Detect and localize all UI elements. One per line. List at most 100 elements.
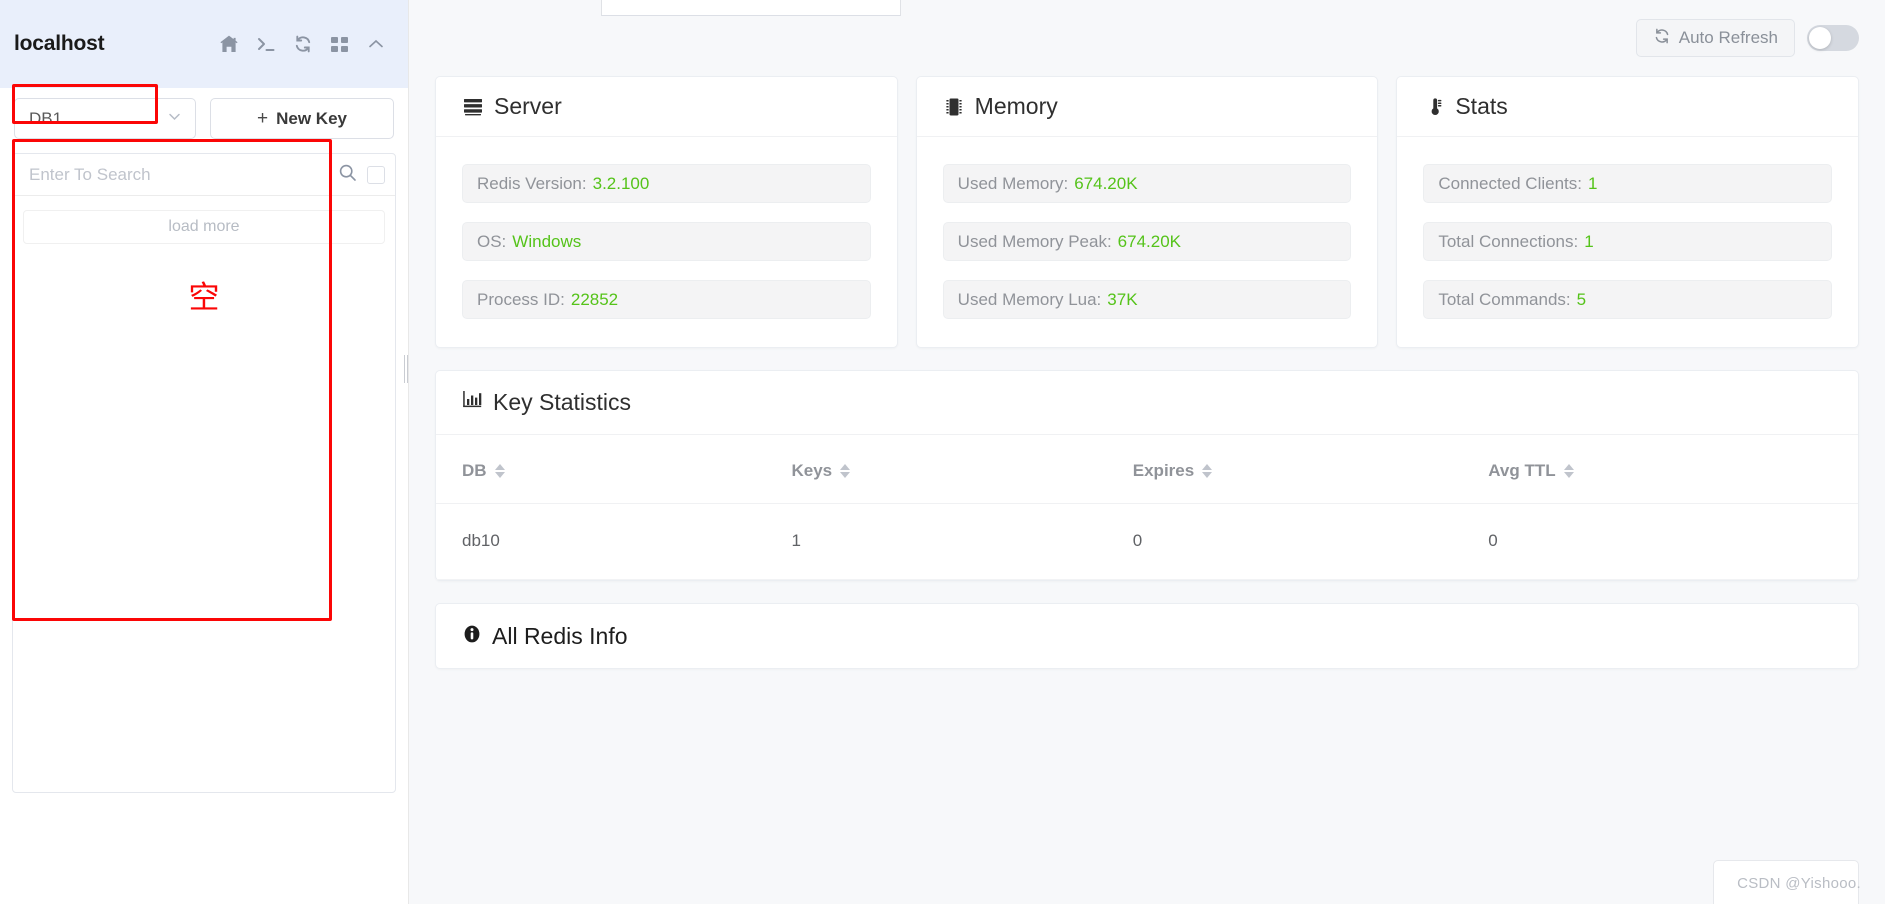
- key-statistics-panel: Key Statistics DB Keys Expires Avg TTL d…: [435, 370, 1859, 581]
- stat-row: Connected Clients: 1: [1423, 164, 1833, 203]
- db-select-wrapper: DB1: [14, 98, 196, 139]
- column-label: Avg TTL: [1488, 461, 1556, 480]
- memory-card-header: Memory: [916, 77, 1378, 137]
- home-icon[interactable]: [219, 34, 239, 54]
- stat-row: Used Memory Lua: 37K: [942, 280, 1352, 319]
- stat-value: 5: [1576, 289, 1587, 309]
- all-redis-info-panel: All Redis Info: [435, 603, 1859, 669]
- auto-refresh-icon: [1653, 27, 1671, 50]
- auto-refresh-button[interactable]: Auto Refresh: [1635, 19, 1795, 57]
- connection-toolbar: [219, 34, 386, 54]
- db-toolbar: DB1 + New Key: [0, 88, 408, 147]
- terminal-icon[interactable]: [256, 34, 276, 54]
- stat-row: Process ID: 22852: [462, 280, 871, 319]
- server-icon: [462, 96, 484, 118]
- connection-name: localhost: [14, 32, 105, 55]
- search-input[interactable]: [29, 164, 328, 185]
- search-icon[interactable]: [338, 163, 357, 187]
- stat-label: Process ID:: [477, 289, 565, 309]
- keys-panel: load more 空: [12, 153, 396, 793]
- new-key-button[interactable]: + New Key: [210, 98, 394, 139]
- db-select[interactable]: DB1: [14, 98, 196, 139]
- column-label: Keys: [791, 461, 833, 480]
- select-all-checkbox[interactable]: [367, 165, 385, 184]
- stat-label: Used Memory Lua:: [957, 289, 1102, 309]
- key-statistics-header: Key Statistics: [436, 371, 1858, 435]
- memory-card-body: Used Memory: 674.20K Used Memory Peak: 6…: [917, 137, 1378, 347]
- stat-value: 674.20K: [1117, 231, 1182, 251]
- column-label: DB: [462, 461, 487, 480]
- info-circle-icon: [462, 623, 482, 650]
- stat-label: Total Commands:: [1438, 289, 1571, 309]
- grid-icon[interactable]: [330, 35, 349, 54]
- memory-card: Memory Used Memory: 674.20K Used Memory …: [915, 76, 1379, 348]
- stats-card: Stats Connected Clients: 1 Total Connect…: [1396, 76, 1860, 348]
- server-card-header: Server: [436, 77, 897, 137]
- stat-label: OS:: [477, 231, 507, 251]
- column-header-db[interactable]: DB: [436, 435, 792, 504]
- content-tab[interactable]: [601, 0, 901, 16]
- stat-row: Total Connections: 1: [1423, 222, 1833, 261]
- main-content: Auto Refresh Server Redis Version: 3.2.1…: [409, 0, 1885, 904]
- empty-state-annotation: 空: [188, 280, 220, 316]
- toggle-knob: [1809, 27, 1831, 49]
- cell-expires: 0: [1132, 503, 1489, 580]
- stats-card-body: Connected Clients: 1 Total Connections: …: [1397, 137, 1858, 347]
- auto-refresh-toggle[interactable]: [1807, 25, 1859, 51]
- info-cards-row: Server Redis Version: 3.2.100 OS: Window…: [409, 76, 1885, 348]
- stat-row: Total Commands: 5: [1423, 280, 1833, 319]
- bar-chart-icon: [462, 389, 483, 416]
- sort-arrows-icon: [494, 464, 505, 478]
- chevron-up-icon[interactable]: [366, 34, 386, 54]
- server-card-title: Server: [494, 93, 562, 119]
- load-more-button[interactable]: load more: [23, 210, 385, 244]
- table-row[interactable]: db10 1 0 0: [436, 503, 1858, 580]
- auto-refresh-label: Auto Refresh: [1678, 28, 1778, 47]
- stat-label: Connected Clients:: [1438, 173, 1582, 193]
- sidebar: localhost DB1 + New Key Enter To Search …: [0, 0, 409, 904]
- stat-value: 1: [1584, 231, 1594, 251]
- bottom-right-field[interactable]: [1713, 860, 1859, 904]
- thermometer-icon: [1423, 96, 1445, 118]
- cell-avg-ttl: 0: [1488, 503, 1858, 580]
- refresh-icon[interactable]: [293, 34, 313, 54]
- memory-chip-icon: [943, 96, 965, 118]
- stat-label: Used Memory:: [957, 173, 1069, 193]
- stats-card-title: Stats: [1455, 93, 1508, 119]
- panel-splitter[interactable]: [404, 355, 409, 383]
- sort-arrows-icon: [1563, 464, 1574, 478]
- column-header-expires[interactable]: Expires: [1132, 435, 1489, 504]
- server-card-body: Redis Version: 3.2.100 OS: Windows Proce…: [436, 137, 897, 347]
- stat-row: Used Memory: 674.20K: [942, 164, 1352, 203]
- stat-value: 3.2.100: [592, 173, 650, 193]
- stat-row: Redis Version: 3.2.100: [462, 164, 871, 203]
- stat-value: 674.20K: [1074, 173, 1138, 193]
- db-select-value: DB1: [29, 108, 63, 128]
- column-header-avg-ttl[interactable]: Avg TTL: [1488, 435, 1858, 504]
- cell-db: db10: [436, 503, 792, 580]
- sort-arrows-icon: [840, 464, 851, 478]
- stat-label: Used Memory Peak:: [957, 231, 1112, 251]
- plus-icon: +: [257, 107, 269, 129]
- stat-value: 37K: [1107, 289, 1138, 309]
- new-key-label: New Key: [276, 108, 347, 128]
- search-row: [13, 154, 395, 196]
- server-card: Server Redis Version: 3.2.100 OS: Window…: [435, 76, 898, 348]
- all-redis-info-title: All Redis Info: [492, 622, 628, 649]
- key-statistics-table: DB Keys Expires Avg TTL db10 1 0 0: [436, 435, 1858, 580]
- stat-label: Redis Version:: [477, 173, 587, 193]
- cell-keys: 1: [791, 503, 1133, 580]
- chevron-down-icon: [166, 108, 183, 130]
- column-label: Expires: [1132, 461, 1195, 480]
- stat-value: 22852: [570, 289, 619, 309]
- all-redis-info-header: All Redis Info: [436, 604, 1858, 668]
- app-root: localhost DB1 + New Key Enter To Search …: [0, 0, 1885, 904]
- connection-header: localhost: [0, 0, 408, 88]
- column-header-keys[interactable]: Keys: [791, 435, 1133, 504]
- memory-card-title: Memory: [974, 93, 1058, 119]
- stat-value: 1: [1587, 173, 1598, 193]
- table-header-row: DB Keys Expires Avg TTL: [436, 435, 1858, 504]
- sort-arrows-icon: [1202, 464, 1213, 478]
- stats-card-header: Stats: [1397, 77, 1859, 137]
- stat-row: OS: Windows: [462, 222, 871, 261]
